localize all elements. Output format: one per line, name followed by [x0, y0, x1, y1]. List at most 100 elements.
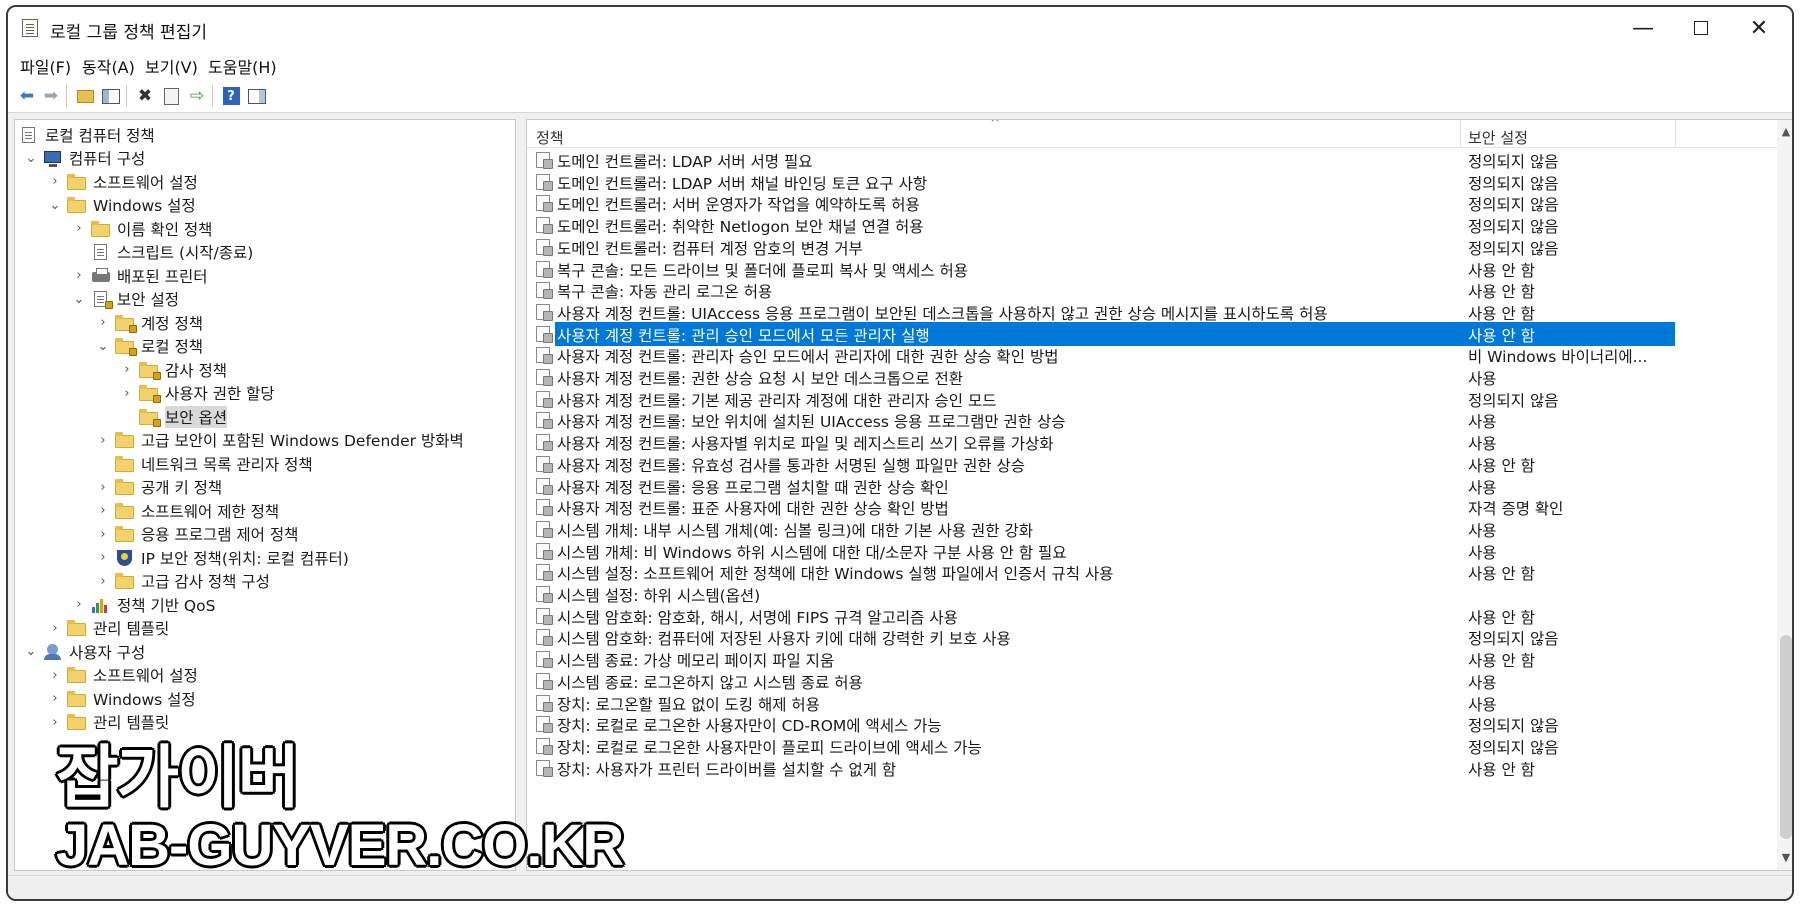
- tree-item[interactable]: › 관리 템플릿: [47, 617, 169, 640]
- tree-item[interactable]: › 소프트웨어 제한 정책: [95, 499, 279, 522]
- menu-file[interactable]: 파일(F): [20, 54, 71, 78]
- policy-row[interactable]: 사용자 계정 컨트롤: 관리 승인 모드에서 모든 관리자 실행 사용 안 함: [527, 321, 1779, 346]
- policy-row[interactable]: 사용자 계정 컨트롤: 유효성 검사를 통과한 서명된 실행 파일만 권한 상승…: [527, 452, 1779, 476]
- chevron-right-icon[interactable]: ›: [71, 597, 87, 612]
- policy-row[interactable]: 사용자 계정 컨트롤: 권한 상승 요청 시 보안 데스크톱으로 전환 사용: [527, 365, 1779, 389]
- policy-row[interactable]: 도메인 컨트롤러: 서버 운영자가 작업을 예약하도록 허용 정의되지 않음: [527, 191, 1779, 215]
- policy-row[interactable]: 시스템 개체: 비 Windows 하위 시스템에 대한 대/소문자 구분 사용…: [527, 539, 1779, 563]
- menu-action[interactable]: 동작(A): [82, 54, 135, 78]
- policy-row[interactable]: 사용자 계정 컨트롤: 응용 프로그램 설치할 때 권한 상승 확인 사용: [527, 474, 1779, 498]
- tree-item[interactable]: › 이름 확인 정책: [71, 217, 212, 240]
- policy-row[interactable]: 장치: 로그온할 필요 없이 도킹 해제 허용 사용: [527, 691, 1779, 715]
- tree-item[interactable]: ⌄ 컴퓨터 구성: [23, 147, 146, 170]
- tree-item[interactable]: ⌄ 보안 설정: [71, 288, 179, 311]
- tree-item[interactable]: › 정책 기반 QoS: [71, 593, 215, 616]
- tree-item[interactable]: ⌄ 로컬 정책: [95, 335, 203, 358]
- show-hide-tree-icon[interactable]: [100, 85, 122, 107]
- chevron-right-icon[interactable]: ›: [95, 527, 111, 542]
- forward-arrow-icon[interactable]: ➡: [40, 85, 62, 107]
- title-bar[interactable]: 로컬 그룹 정책 편집기 — ✕: [8, 7, 1792, 49]
- chevron-right-icon[interactable]: ›: [47, 174, 63, 189]
- close-button[interactable]: ✕: [1730, 7, 1788, 49]
- tree-item[interactable]: ⌄ Windows 설정: [47, 194, 196, 217]
- properties-icon[interactable]: [160, 85, 182, 107]
- chevron-right-icon[interactable]: ›: [95, 480, 111, 495]
- policy-row[interactable]: 도메인 컨트롤러: LDAP 서버 서명 필요 정의되지 않음: [527, 148, 1779, 172]
- chevron-down-icon[interactable]: ⌄: [95, 339, 111, 354]
- chevron-right-icon[interactable]: ›: [95, 574, 111, 589]
- vertical-scrollbar[interactable]: ▲ ▼: [1777, 120, 1792, 870]
- scroll-up-arrow-icon[interactable]: ▲: [1777, 122, 1792, 140]
- tree-item[interactable]: 보안 옵션: [119, 405, 227, 428]
- policy-row[interactable]: 사용자 계정 컨트롤: UIAccess 응용 프로그램이 보안된 데스크톱을 …: [527, 300, 1779, 324]
- column-divider[interactable]: [1675, 120, 1676, 148]
- export-list-icon[interactable]: ⇨: [186, 85, 208, 107]
- policy-row[interactable]: 시스템 설정: 소프트웨어 제한 정책에 대한 Windows 실행 파일에서 …: [527, 560, 1779, 584]
- policy-row[interactable]: 사용자 계정 컨트롤: 표준 사용자에 대한 권한 상승 확인 방법 자격 증명 …: [527, 495, 1779, 519]
- policy-row[interactable]: 시스템 종료: 로그온하지 않고 시스템 종료 허용 사용: [527, 669, 1779, 693]
- chevron-right-icon[interactable]: ›: [95, 550, 111, 565]
- delete-icon[interactable]: ✖: [134, 85, 156, 107]
- back-arrow-icon[interactable]: ⬅: [16, 85, 38, 107]
- policy-row[interactable]: 시스템 설정: 하위 시스템(옵션): [527, 582, 1779, 606]
- tree-item[interactable]: › Windows 설정: [47, 687, 196, 710]
- policy-row[interactable]: 도메인 컨트롤러: 컴퓨터 계정 암호의 변경 거부 정의되지 않음: [527, 235, 1779, 259]
- chevron-right-icon[interactable]: ›: [47, 691, 63, 706]
- maximize-button[interactable]: [1672, 7, 1730, 49]
- tree-item[interactable]: › 고급 감사 정책 구성: [95, 570, 270, 593]
- tree-item[interactable]: › 응용 프로그램 제어 정책: [95, 523, 298, 546]
- tree-item[interactable]: › 감사 정책: [119, 358, 227, 381]
- tree-item[interactable]: › 소프트웨어 설정: [47, 170, 198, 193]
- policy-row[interactable]: 시스템 종료: 가상 메모리 페이지 파일 지움 사용 안 함: [527, 647, 1779, 671]
- chevron-down-icon[interactable]: ⌄: [47, 198, 63, 213]
- chevron-right-icon[interactable]: ›: [47, 621, 63, 636]
- chevron-right-icon[interactable]: ›: [95, 503, 111, 518]
- tree-item[interactable]: ⌄ 사용자 구성: [23, 640, 145, 663]
- tree-item[interactable]: 로컬 컴퓨터 정책: [19, 123, 155, 146]
- policy-row[interactable]: 도메인 컨트롤러: 취약한 Netlogon 보안 채널 연결 허용 정의되지 않…: [527, 213, 1779, 237]
- chevron-right-icon[interactable]: ›: [119, 386, 135, 401]
- tree-item[interactable]: 스크립트 (시작/종료): [71, 241, 253, 264]
- policy-row[interactable]: 사용자 계정 컨트롤: 사용자별 위치로 파일 및 레지스트리 쓰기 오류를 가…: [527, 430, 1779, 454]
- chevron-right-icon[interactable]: ›: [95, 433, 111, 448]
- up-folder-icon[interactable]: [74, 85, 96, 107]
- action-pane-icon[interactable]: [246, 85, 268, 107]
- chevron-right-icon[interactable]: ›: [47, 668, 63, 683]
- tree-item[interactable]: › 계정 정책: [95, 311, 203, 334]
- scroll-down-arrow-icon[interactable]: ▼: [1777, 848, 1792, 866]
- chevron-down-icon[interactable]: ⌄: [23, 644, 39, 659]
- policy-row[interactable]: 장치: 사용자가 프린터 드라이버를 설치할 수 없게 함 사용 안 함: [527, 756, 1779, 780]
- menu-help[interactable]: 도움말(H): [208, 54, 277, 78]
- chevron-right-icon[interactable]: ›: [95, 315, 111, 330]
- tree-item[interactable]: › 소프트웨어 설정: [47, 664, 198, 687]
- tree-item[interactable]: › 고급 보안이 포함된 Windows Defender 방화벽: [95, 429, 464, 452]
- chevron-right-icon[interactable]: ›: [71, 221, 87, 236]
- tree-item[interactable]: › IP 보안 정책(위치: 로컬 컴퓨터): [95, 546, 349, 569]
- chevron-right-icon[interactable]: ›: [119, 362, 135, 377]
- tree-item[interactable]: › 사용자 권한 할당: [119, 382, 275, 405]
- help-icon[interactable]: ?: [220, 85, 242, 107]
- chevron-down-icon[interactable]: ⌄: [23, 151, 39, 166]
- policy-row[interactable]: 복구 콘솔: 자동 관리 로그온 허용 사용 안 함: [527, 278, 1779, 302]
- policy-row[interactable]: 장치: 로컬로 로그온한 사용자만이 CD-ROM에 액세스 가능 정의되지 않음: [527, 712, 1779, 736]
- policy-row[interactable]: 시스템 암호화: 암호화, 해시, 서명에 FIPS 규격 알고리즘 사용 사용 …: [527, 604, 1779, 628]
- policy-row[interactable]: 도메인 컨트롤러: LDAP 서버 채널 바인딩 토큰 요구 사항 정의되지 않음: [527, 170, 1779, 194]
- policy-row[interactable]: 시스템 암호화: 컴퓨터에 저장된 사용자 키에 대해 강력한 키 보호 사용 정…: [527, 625, 1779, 649]
- tree-item[interactable]: 네트워크 목록 관리자 정책: [95, 452, 313, 475]
- chevron-right-icon[interactable]: ›: [71, 268, 87, 283]
- minimize-button[interactable]: —: [1614, 7, 1672, 49]
- tree-item[interactable]: › 공개 키 정책: [95, 476, 222, 499]
- column-header-security-setting[interactable]: 보안 설정: [1468, 127, 1528, 148]
- policy-row[interactable]: 사용자 계정 컨트롤: 기본 제공 관리자 계정에 대한 관리자 승인 모드 정의…: [527, 387, 1779, 411]
- policy-row[interactable]: 시스템 개체: 내부 시스템 개체(예: 심볼 링크)에 대한 기본 사용 권한…: [527, 517, 1779, 541]
- scroll-thumb[interactable]: [1780, 635, 1792, 839]
- policy-row[interactable]: 장치: 로컬로 로그온한 사용자만이 플로피 드라이브에 액세스 가능 정의되지 …: [527, 734, 1779, 758]
- column-divider[interactable]: [1460, 120, 1461, 148]
- policy-row[interactable]: 복구 콘솔: 모든 드라이브 및 폴더에 플로피 복사 및 액세스 허용 사용 안…: [527, 257, 1779, 281]
- chevron-down-icon[interactable]: ⌄: [71, 292, 87, 307]
- menu-view[interactable]: 보기(V): [145, 54, 198, 78]
- policy-row[interactable]: 사용자 계정 컨트롤: 관리자 승인 모드에서 관리자에 대한 권한 상승 확인…: [527, 343, 1779, 367]
- column-header-policy[interactable]: 정책: [536, 127, 564, 148]
- policy-row[interactable]: 사용자 계정 컨트롤: 보안 위치에 설치된 UIAccess 응용 프로그램만…: [527, 408, 1779, 432]
- tree-item[interactable]: › 배포된 프린터: [71, 264, 208, 287]
